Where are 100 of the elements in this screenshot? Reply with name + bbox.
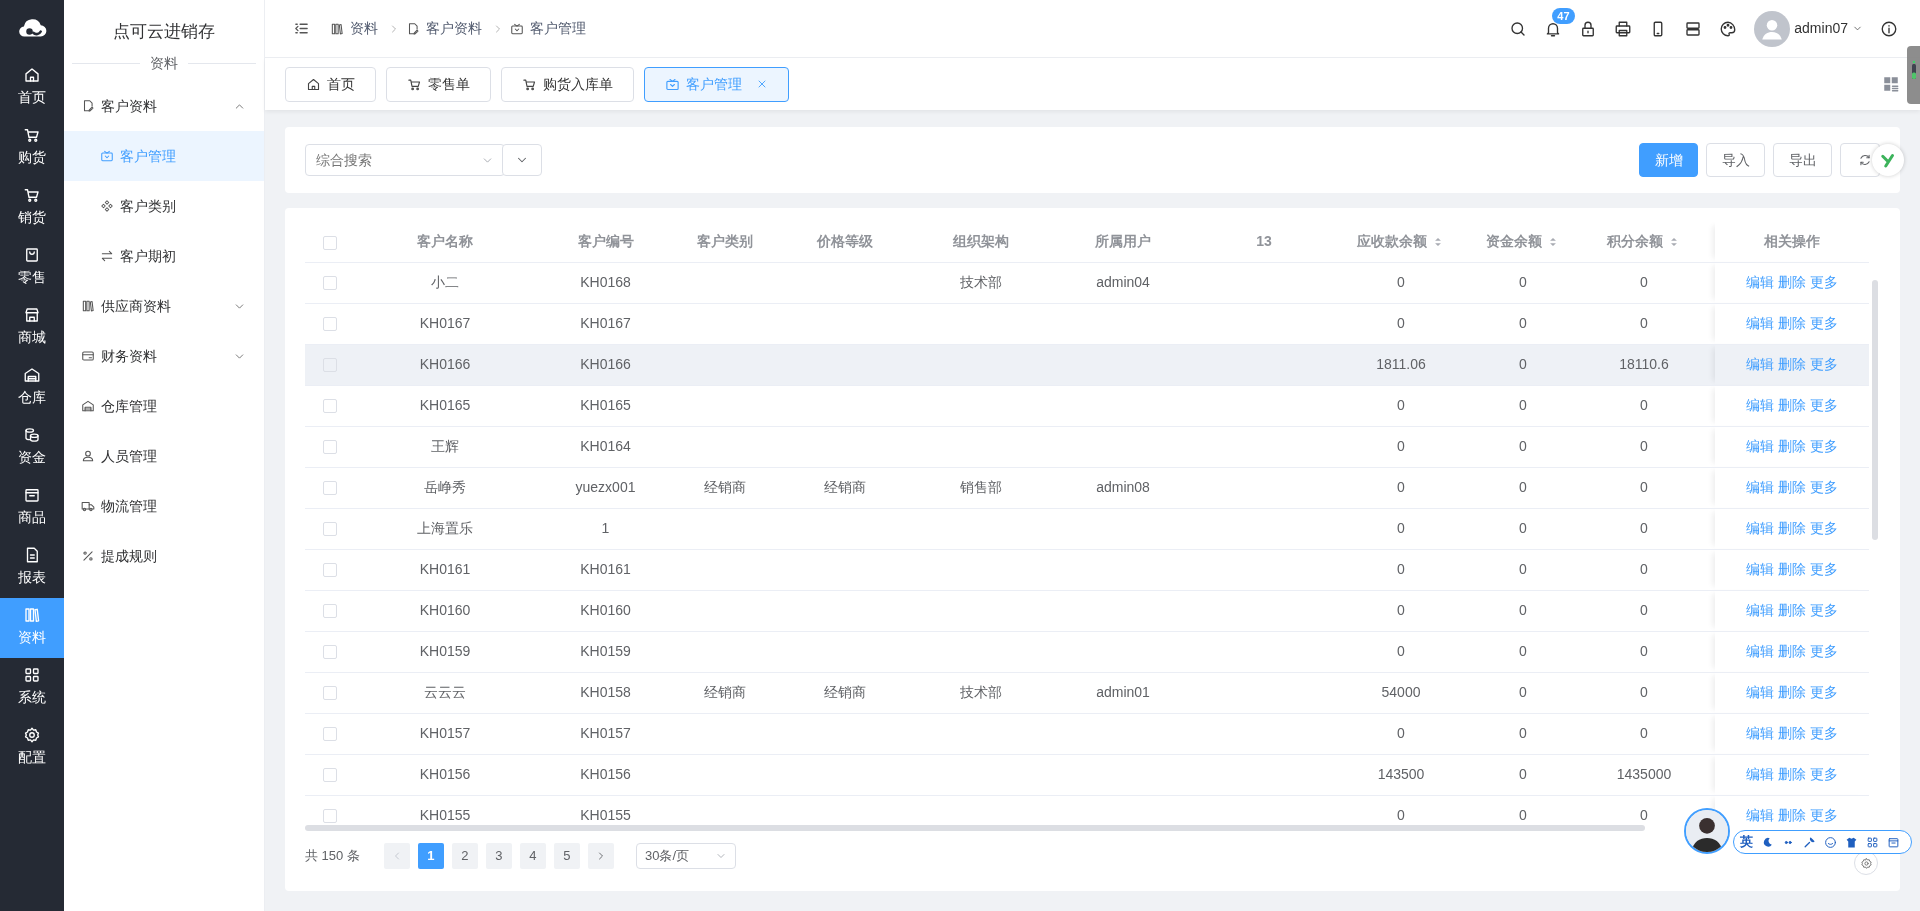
- tab[interactable]: 零售单: [386, 66, 491, 102]
- action-link[interactable]: 删除: [1778, 602, 1806, 618]
- action-link[interactable]: 删除: [1778, 807, 1806, 823]
- row-checkbox[interactable]: [322, 522, 337, 537]
- floating-logo-icon[interactable]: [1879, 151, 1897, 169]
- action-link[interactable]: 编辑: [1746, 643, 1774, 659]
- action-link[interactable]: 更多: [1810, 479, 1838, 495]
- menu-item[interactable]: 仓库管理: [64, 381, 264, 431]
- shirt-icon[interactable]: [1845, 835, 1858, 849]
- nav-item[interactable]: 购货: [0, 118, 64, 178]
- action-link[interactable]: 编辑: [1746, 520, 1774, 536]
- row-checkbox[interactable]: [322, 768, 337, 783]
- nav-item[interactable]: 首页: [0, 58, 64, 118]
- action-link[interactable]: 编辑: [1746, 766, 1774, 782]
- action-link[interactable]: 删除: [1778, 479, 1806, 495]
- palette-icon[interactable]: [1719, 19, 1738, 38]
- action-link[interactable]: 更多: [1810, 274, 1838, 290]
- action-link[interactable]: 更多: [1810, 684, 1838, 700]
- action-link[interactable]: 更多: [1810, 766, 1838, 782]
- menu-item[interactable]: 客户类别: [64, 181, 264, 231]
- action-link[interactable]: 删除: [1778, 643, 1806, 659]
- layout-icon[interactable]: [1684, 19, 1703, 38]
- nav-item[interactable]: 商品: [0, 478, 64, 538]
- nav-item[interactable]: 系统: [0, 658, 64, 718]
- menu-item[interactable]: 财务资料: [64, 331, 264, 381]
- dropdown-button[interactable]: [502, 144, 542, 176]
- toolbar-button[interactable]: 导入: [1706, 143, 1765, 177]
- tab[interactable]: 购货入库单: [501, 66, 634, 102]
- avatar[interactable]: [1754, 10, 1791, 47]
- action-link[interactable]: 更多: [1810, 643, 1838, 659]
- page-button[interactable]: 2: [451, 843, 478, 869]
- action-link[interactable]: 编辑: [1746, 684, 1774, 700]
- row-checkbox[interactable]: [322, 317, 337, 332]
- action-link[interactable]: 更多: [1810, 356, 1838, 372]
- row-checkbox[interactable]: [322, 686, 337, 701]
- row-checkbox[interactable]: [322, 809, 337, 824]
- row-checkbox[interactable]: [322, 399, 337, 414]
- box-icon[interactable]: [1887, 835, 1900, 849]
- refresh-button[interactable]: [1840, 143, 1880, 177]
- action-link[interactable]: 编辑: [1746, 274, 1774, 290]
- scrollbar[interactable]: [1872, 280, 1878, 540]
- page-button[interactable]: 3: [485, 843, 512, 869]
- action-link[interactable]: 更多: [1810, 807, 1838, 823]
- action-link[interactable]: 删除: [1778, 520, 1806, 536]
- action-link[interactable]: 编辑: [1746, 438, 1774, 454]
- ime-toolbar[interactable]: 英: [1733, 830, 1912, 854]
- user-name[interactable]: admin07: [1794, 18, 1848, 39]
- action-link[interactable]: 编辑: [1746, 356, 1774, 372]
- menu-item[interactable]: 提成规则: [64, 531, 264, 581]
- breadcrumb-item[interactable]: 客户资料: [426, 18, 482, 39]
- action-link[interactable]: 删除: [1778, 397, 1806, 413]
- nav-item[interactable]: 仓库: [0, 358, 64, 418]
- next-page-button[interactable]: [587, 843, 614, 869]
- column-header[interactable]: 积分余额: [1607, 231, 1663, 253]
- toolbar-button[interactable]: 导出: [1773, 143, 1832, 177]
- menu-item[interactable]: 客户期初: [64, 231, 264, 281]
- action-link[interactable]: 删除: [1778, 315, 1806, 331]
- row-checkbox[interactable]: [322, 481, 337, 496]
- action-link[interactable]: 更多: [1810, 315, 1838, 331]
- row-checkbox[interactable]: [322, 440, 337, 455]
- row-checkbox[interactable]: [322, 604, 337, 619]
- action-link[interactable]: 编辑: [1746, 397, 1774, 413]
- row-checkbox[interactable]: [322, 563, 337, 578]
- scrollbar[interactable]: [305, 825, 1645, 831]
- menu-item[interactable]: 供应商资料: [64, 281, 264, 331]
- select-all-checkbox[interactable]: [322, 235, 337, 250]
- page-size-select[interactable]: 30条/页: [635, 843, 736, 869]
- action-link[interactable]: 编辑: [1746, 315, 1774, 331]
- row-checkbox[interactable]: [322, 727, 337, 742]
- action-link[interactable]: 更多: [1810, 561, 1838, 577]
- dashboard-icon[interactable]: [1882, 75, 1900, 93]
- page-button[interactable]: 1: [417, 843, 444, 869]
- action-link[interactable]: 更多: [1810, 520, 1838, 536]
- action-link[interactable]: 删除: [1778, 438, 1806, 454]
- close-icon[interactable]: [756, 78, 768, 90]
- menu-item[interactable]: 人员管理: [64, 431, 264, 481]
- menu-item[interactable]: 物流管理: [64, 481, 264, 531]
- nav-item[interactable]: 零售: [0, 238, 64, 298]
- search-field[interactable]: 综合搜索: [305, 144, 505, 176]
- action-link[interactable]: 编辑: [1746, 602, 1774, 618]
- action-link[interactable]: 编辑: [1746, 561, 1774, 577]
- column-header[interactable]: 应收款余额: [1357, 231, 1427, 253]
- action-link[interactable]: 更多: [1810, 397, 1838, 413]
- tab[interactable]: 客户管理: [644, 66, 789, 102]
- breadcrumb-item[interactable]: 资料: [350, 18, 378, 39]
- nav-item[interactable]: 配置: [0, 718, 64, 778]
- info-icon[interactable]: [1880, 19, 1898, 38]
- menu-item[interactable]: 客户管理: [64, 131, 264, 181]
- action-link[interactable]: 编辑: [1746, 725, 1774, 741]
- moon-icon[interactable]: [1761, 835, 1774, 849]
- grid-icon[interactable]: [1866, 835, 1879, 849]
- prev-page-button[interactable]: [383, 843, 410, 869]
- action-link[interactable]: 删除: [1778, 766, 1806, 782]
- column-header[interactable]: 资金余额: [1486, 231, 1542, 253]
- action-link[interactable]: 编辑: [1746, 807, 1774, 823]
- add-button[interactable]: 新增: [1639, 143, 1698, 177]
- action-link[interactable]: 删除: [1778, 684, 1806, 700]
- action-link[interactable]: 编辑: [1746, 479, 1774, 495]
- menu-item[interactable]: 客户资料: [64, 81, 264, 131]
- nav-item[interactable]: 销货: [0, 178, 64, 238]
